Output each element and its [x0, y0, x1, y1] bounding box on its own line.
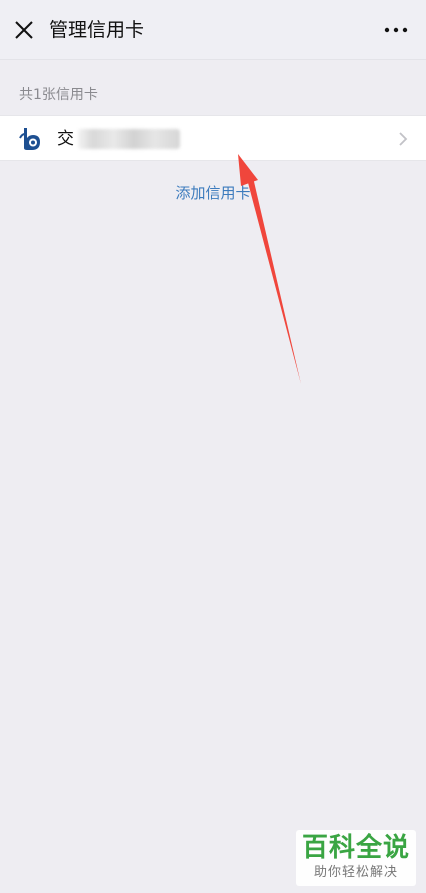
add-credit-card-link[interactable]: 添加信用卡: [0, 182, 426, 204]
close-icon: [15, 21, 33, 39]
credit-card-row[interactable]: 交: [0, 115, 426, 161]
top-bar: 管理信用卡: [0, 0, 426, 60]
watermark-logo: 百科全说 助你轻松解决: [296, 830, 416, 886]
more-icon: [384, 27, 408, 33]
bank-name: 交: [57, 129, 74, 149]
masked-card-number: [78, 129, 180, 149]
bank-logo-icon: [19, 128, 40, 150]
watermark-subtitle: 助你轻松解决: [313, 865, 398, 880]
more-button[interactable]: [382, 16, 410, 44]
close-button[interactable]: [10, 16, 38, 44]
page-title: 管理信用卡: [49, 19, 145, 41]
chevron-right-icon: [399, 132, 408, 146]
watermark-title: 百科全说: [301, 833, 410, 863]
card-count-label: 共1张信用卡: [19, 87, 98, 103]
